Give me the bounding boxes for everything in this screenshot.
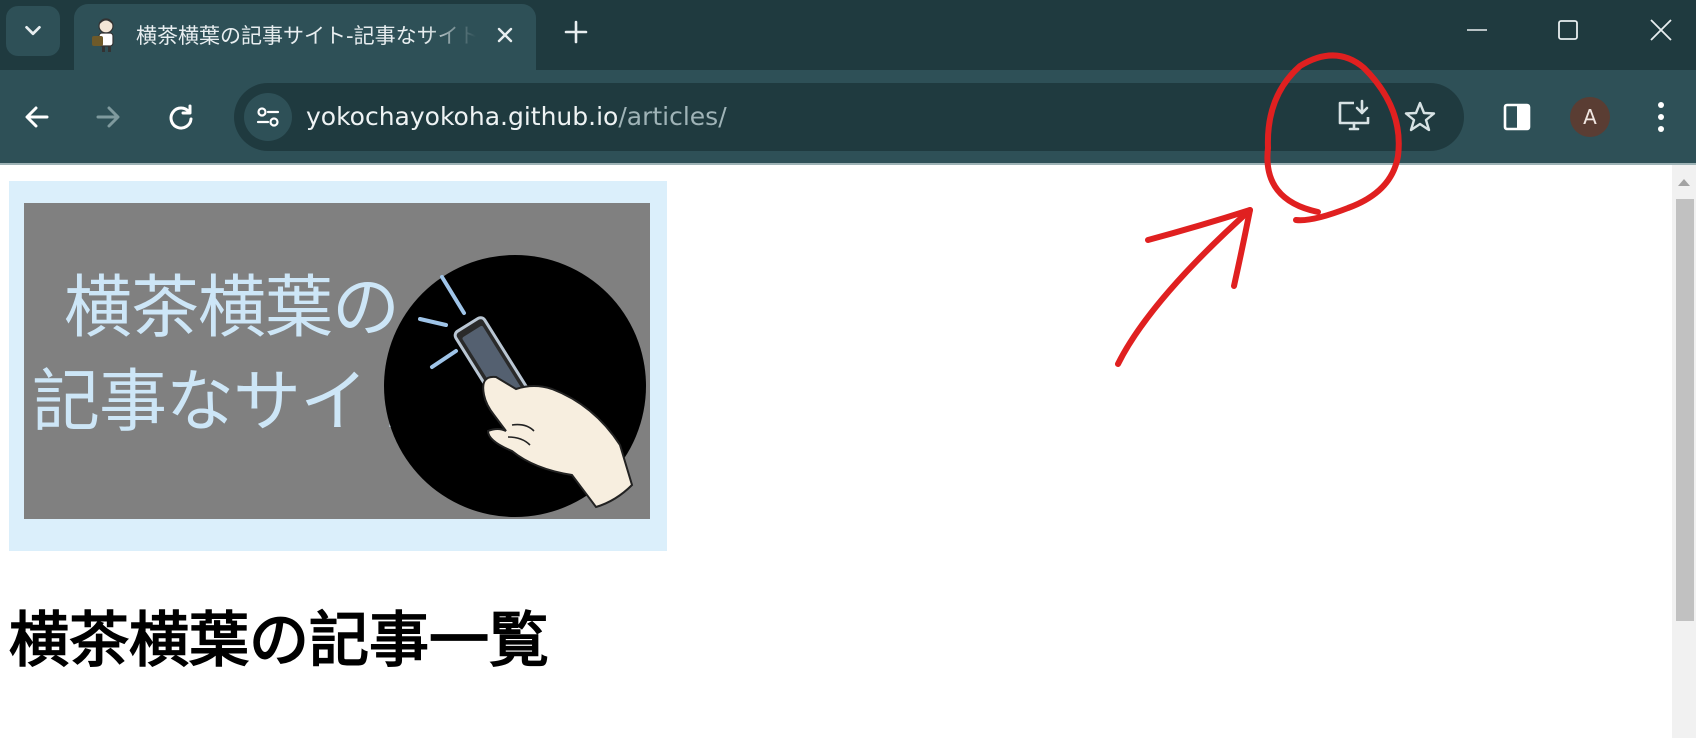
minimize-icon — [1467, 29, 1487, 31]
url-path: /articles/ — [618, 102, 727, 131]
side-panel-button[interactable] — [1494, 94, 1540, 140]
site-favicon — [92, 18, 114, 52]
tab-strip: 横茶横葉の記事サイト-記事なサイト — [0, 0, 1696, 70]
banner-title-line1: 横茶横葉の — [64, 269, 400, 348]
profile-avatar[interactable]: A — [1570, 97, 1610, 137]
page-title: 横茶横葉の記事一覧 — [9, 606, 549, 676]
forward-arrow-icon — [96, 106, 120, 128]
browser-menu-button[interactable] — [1638, 94, 1684, 140]
close-icon — [497, 27, 513, 43]
reload-button[interactable] — [158, 94, 204, 140]
site-info-button[interactable] — [244, 93, 292, 141]
close-window-icon — [1650, 19, 1672, 41]
back-button[interactable] — [14, 94, 60, 140]
plus-icon — [564, 20, 588, 44]
tune-icon — [256, 107, 280, 127]
hand-holding-phone-illustration — [384, 255, 646, 517]
active-tab[interactable]: 横茶横葉の記事サイト-記事なサイト — [74, 4, 536, 70]
triangle-up-icon — [1678, 179, 1690, 186]
scroll-thumb[interactable] — [1676, 199, 1694, 621]
browser-window: 横茶横葉の記事サイト-記事なサイト yokochayokoha.github.i… — [0, 0, 1696, 738]
forward-button[interactable] — [85, 94, 131, 140]
tab-title: 横茶横葉の記事サイト-記事なサイト — [136, 24, 476, 48]
star-icon — [1404, 101, 1436, 132]
maximize-icon — [1558, 20, 1578, 40]
vertical-scrollbar[interactable] — [1672, 165, 1696, 738]
reload-icon — [169, 104, 193, 130]
maximize-button[interactable] — [1533, 6, 1603, 54]
side-panel-icon — [1503, 103, 1531, 131]
url-host: yokochayokoha.github.io — [306, 102, 619, 131]
close-window-button[interactable] — [1626, 6, 1696, 54]
install-app-icon — [1338, 99, 1370, 131]
close-tab-button[interactable] — [488, 18, 522, 52]
url-text[interactable]: yokochayokoha.github.io/articles/ — [306, 101, 727, 133]
new-tab-button[interactable] — [556, 12, 596, 52]
more-vertical-icon — [1658, 102, 1664, 132]
tab-search-button[interactable] — [6, 6, 60, 56]
back-arrow-icon — [25, 106, 49, 128]
chevron-down-icon — [25, 25, 41, 36]
bookmark-button[interactable] — [1400, 97, 1440, 137]
minimize-button[interactable] — [1442, 6, 1512, 54]
address-bar[interactable]: yokochayokoha.github.io/articles/ — [234, 83, 1464, 151]
page-content: 横茶横葉の 記事なサイト 横茶横葉の記事一覧 — [0, 165, 1672, 738]
scroll-up-arrow[interactable] — [1672, 171, 1696, 193]
banner-image: 横茶横葉の 記事なサイト — [24, 203, 650, 519]
banner-title-line2: 記事なサイト — [32, 363, 435, 442]
browser-toolbar: yokochayokoha.github.io/articles/ A — [0, 70, 1696, 164]
install-app-button[interactable] — [1334, 97, 1374, 137]
site-banner[interactable]: 横茶横葉の 記事なサイト — [9, 181, 667, 551]
